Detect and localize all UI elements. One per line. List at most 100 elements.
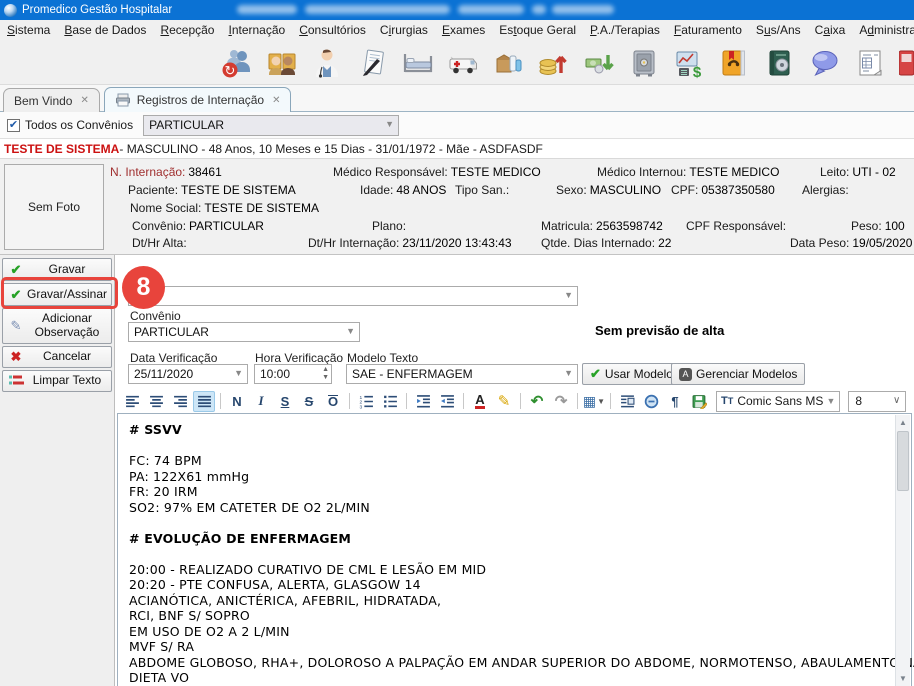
record-type-combobox[interactable]: ▼ — [128, 286, 578, 306]
redacted-text — [305, 5, 450, 14]
scroll-up-icon[interactable]: ▲ — [896, 415, 910, 430]
hora-verificacao-spinner[interactable]: 10:00 ▲▼ — [254, 364, 332, 384]
field-value: 100 — [885, 219, 905, 233]
font-color-icon[interactable]: A — [469, 391, 491, 412]
chevron-down-icon: ▼ — [234, 368, 243, 378]
time-icon[interactable] — [640, 391, 662, 412]
toolbar-separator — [406, 393, 407, 409]
indent-icon[interactable] — [412, 391, 434, 412]
note-text-editor[interactable]: # SSVV FC: 74 BPMPA: 122X61 mmHgFR: 20 I… — [117, 413, 912, 686]
table-icon[interactable]: ▦▼ — [583, 391, 605, 412]
editor-scrollbar[interactable]: ▲ ▼ — [895, 415, 910, 686]
data-verificacao-combobox[interactable]: 25/11/2020 ▼ — [128, 364, 248, 384]
patients-sync-icon[interactable] — [220, 45, 254, 81]
strikethrough-icon[interactable]: S — [298, 391, 320, 412]
safe-icon[interactable] — [627, 45, 661, 81]
chat-icon[interactable] — [808, 45, 842, 81]
align-right-icon[interactable] — [169, 391, 191, 412]
note-line: ACIANÓTICA, ANICTÉRICA, AFEBRIL, HIDRATA… — [129, 593, 889, 609]
menu-item-base-de-dados[interactable]: Base de Dados — [64, 23, 146, 37]
field-value: PARTICULAR — [189, 219, 264, 233]
edge-red-icon[interactable] — [898, 45, 914, 81]
underline-icon[interactable]: S — [274, 391, 296, 412]
pilcrow-icon[interactable]: ¶ — [664, 391, 686, 412]
font-family-combobox[interactable]: TT Comic Sans MS ▼ — [716, 391, 840, 412]
chevron-down-icon: ▼ — [346, 326, 355, 336]
numbered-list-icon[interactable] — [355, 391, 377, 412]
redo-icon[interactable]: ↷ — [550, 391, 572, 412]
menu-item-recep-o[interactable]: Recepção — [160, 23, 214, 37]
menu-item-faturamento[interactable]: Faturamento — [674, 23, 742, 37]
patient-field-n-interna-o: N. Internação:38461 — [110, 165, 222, 179]
menu-item-exames[interactable]: Exames — [442, 23, 485, 37]
menu-item-sus-ans[interactable]: Sus/Ans — [756, 23, 801, 37]
tab-bem-vindo[interactable]: Bem Vindo✕ — [3, 88, 100, 112]
spinner-arrows-icon[interactable]: ▲▼ — [322, 366, 329, 382]
overline-icon[interactable]: O — [322, 391, 344, 412]
limpar-texto-button[interactable]: Limpar Texto — [2, 370, 112, 392]
chevron-down-icon: ▼ — [826, 396, 835, 406]
outdent-icon[interactable] — [436, 391, 458, 412]
gerenciar-modelos-label: Gerenciar Modelos — [696, 367, 797, 381]
italic-icon[interactable]: I — [250, 391, 272, 412]
cancelar-button[interactable]: ✖Cancelar — [2, 346, 112, 368]
menu-item-consult-rios[interactable]: Consultórios — [299, 23, 366, 37]
todos-convenios-checkbox[interactable]: ✔ — [7, 119, 20, 132]
revenue-up-icon[interactable] — [536, 45, 570, 81]
modelo-texto-combobox[interactable]: SAE - ENFERMAGEM ▼ — [346, 364, 578, 384]
prescription-icon[interactable] — [356, 45, 390, 81]
insert-frame-icon[interactable] — [616, 391, 638, 412]
align-center-icon[interactable] — [145, 391, 167, 412]
reception-icon[interactable] — [265, 45, 299, 81]
finance-icon[interactable] — [672, 45, 706, 81]
expense-down-icon[interactable] — [582, 45, 616, 81]
field-label: Paciente: — [128, 183, 178, 197]
align-justify-icon[interactable] — [193, 391, 215, 412]
ledger-book-icon[interactable] — [762, 45, 796, 81]
field-label: Médico Internou: — [597, 165, 686, 179]
bold-icon[interactable]: N — [226, 391, 248, 412]
note-line — [129, 546, 889, 562]
adicionar-observa-o-button[interactable]: ✎Adicionar Observação — [2, 308, 112, 344]
convenio-filter-combobox[interactable]: PARTICULAR ▼ — [143, 115, 399, 136]
doctor-icon[interactable] — [310, 45, 344, 81]
menu-item-estoque-geral[interactable]: Estoque Geral — [499, 23, 576, 37]
tab-close-icon[interactable]: ✕ — [80, 95, 88, 106]
menu-item-caixa[interactable]: Caixa — [815, 23, 846, 37]
usar-modelo-button[interactable]: ✔ Usar Modelo — [582, 363, 681, 385]
save-icon[interactable] — [688, 391, 710, 412]
scrollbar-thumb[interactable] — [897, 431, 909, 491]
field-label: CPF Responsável: — [686, 219, 786, 233]
gerenciar-modelos-button[interactable]: A Gerenciar Modelos — [671, 363, 805, 385]
modelo-texto-label: Modelo Texto — [347, 351, 418, 365]
toolbar-separator — [349, 393, 350, 409]
stock-icon[interactable] — [491, 45, 525, 81]
field-label: Leito: — [820, 165, 849, 179]
ambulance-icon[interactable] — [446, 45, 480, 81]
scroll-down-icon[interactable]: ▼ — [896, 671, 910, 686]
redacted-text — [458, 5, 524, 14]
note-line: MVF S/ RA — [129, 639, 889, 655]
menu-item-cirurgias[interactable]: Cirurgias — [380, 23, 428, 37]
bullet-list-icon[interactable] — [379, 391, 401, 412]
undo-icon[interactable]: ↶ — [526, 391, 548, 412]
menu-item-interna-o[interactable]: Internação — [228, 23, 285, 37]
field-label: N. Internação: — [110, 165, 185, 179]
patient-name: TESTE DE SISTEMA — [4, 142, 119, 156]
patient-field-qtde-dias-internado: Qtde. Dias Internado:22 — [541, 236, 671, 250]
report-icon[interactable] — [853, 45, 887, 81]
patient-field-dt-hr-alta: Dt/Hr Alta: — [132, 236, 190, 250]
highlight-icon[interactable]: ✎ — [493, 391, 515, 412]
hospital-bed-icon[interactable] — [401, 45, 435, 81]
menu-item-p-a-terapias[interactable]: P.A./Terapias — [590, 23, 660, 37]
data-verificacao-value: 25/11/2020 — [134, 367, 193, 381]
align-left-icon[interactable] — [121, 391, 143, 412]
menu-item-administra-o[interactable]: Administração — [859, 23, 914, 37]
tab-registros-de-interna-o[interactable]: Registros de Internação✕ — [104, 87, 292, 112]
menu-item-sistema[interactable]: Sistema — [7, 23, 50, 37]
tab-close-icon[interactable]: ✕ — [272, 95, 280, 106]
phonebook-icon[interactable] — [717, 45, 751, 81]
check-icon: ✔ — [6, 262, 26, 278]
font-size-combobox[interactable]: 8 ∨ — [848, 391, 906, 412]
convenio-combobox[interactable]: PARTICULAR ▼ — [128, 322, 360, 342]
